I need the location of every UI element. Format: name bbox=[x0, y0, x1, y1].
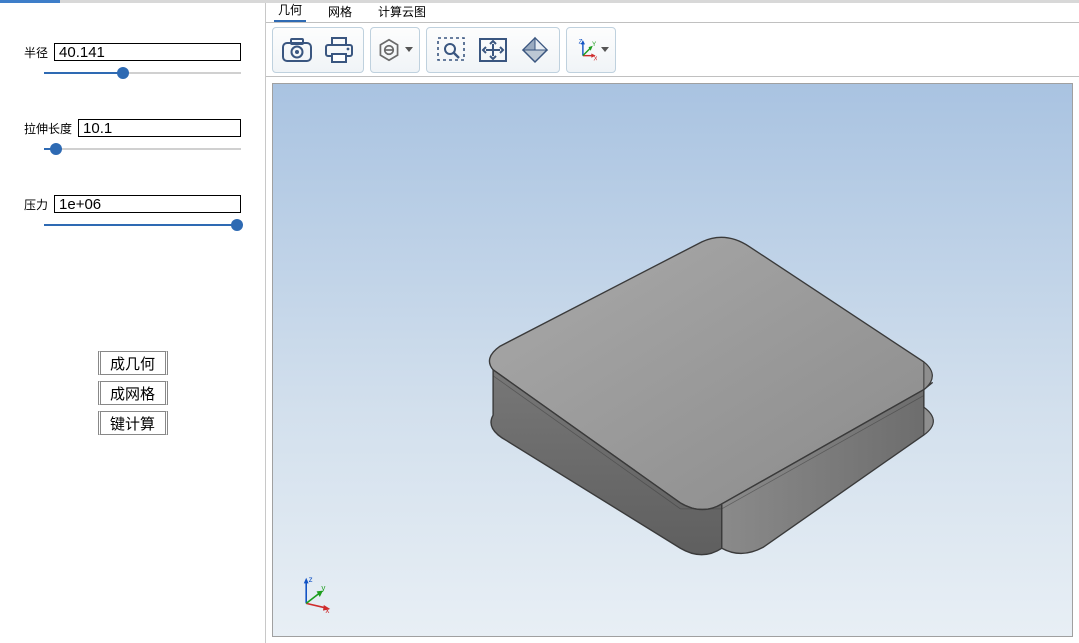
run-compute-button[interactable]: 键计算 bbox=[98, 411, 168, 435]
print-button[interactable] bbox=[321, 32, 357, 68]
dropdown-arrow-icon bbox=[405, 47, 413, 52]
svg-text:y: y bbox=[321, 584, 325, 593]
tab-cloud[interactable]: 计算云图 bbox=[374, 3, 430, 22]
sidebar: 半径 拉伸长度 压力 bbox=[0, 3, 266, 643]
diamond-view-button[interactable] bbox=[517, 32, 553, 68]
geometry-render bbox=[273, 84, 1072, 636]
pressure-slider[interactable] bbox=[44, 219, 241, 231]
radius-slider[interactable] bbox=[44, 67, 241, 79]
param-label-pressure: 压力 bbox=[24, 196, 48, 213]
param-pressure: 压力 bbox=[24, 195, 241, 231]
svg-text:x: x bbox=[325, 606, 329, 615]
param-label-radius: 半径 bbox=[24, 44, 48, 61]
fit-view-button[interactable] bbox=[475, 32, 511, 68]
dropdown-arrow-icon bbox=[601, 47, 609, 52]
param-radius: 半径 bbox=[24, 43, 241, 79]
camera-icon bbox=[282, 38, 312, 62]
toolbar: Z Y X bbox=[266, 23, 1079, 77]
axis-indicator-small: z y x bbox=[295, 568, 335, 618]
generate-geometry-button[interactable]: 成几何 bbox=[98, 351, 168, 375]
main: 几何 网格 计算云图 bbox=[266, 3, 1079, 643]
print-icon bbox=[324, 37, 354, 63]
svg-text:Y: Y bbox=[592, 40, 597, 47]
tabs: 几何 网格 计算云图 bbox=[266, 3, 1079, 23]
svg-text:Z: Z bbox=[579, 38, 583, 45]
button-group: 成几何 成网格 键计算 bbox=[24, 351, 241, 435]
param-extrude: 拉伸长度 bbox=[24, 119, 241, 155]
camera-button[interactable] bbox=[279, 32, 315, 68]
pressure-input[interactable] bbox=[54, 195, 241, 213]
axis-toolbar-icon: Z Y X bbox=[573, 34, 597, 66]
svg-text:X: X bbox=[593, 55, 597, 62]
zoom-select-icon bbox=[436, 36, 466, 64]
extrude-slider[interactable] bbox=[44, 143, 241, 155]
axis-dropdown-button[interactable]: Z Y X bbox=[573, 32, 609, 68]
diamond-icon bbox=[521, 36, 549, 64]
tab-geometry[interactable]: 几何 bbox=[274, 3, 306, 22]
tab-mesh[interactable]: 网格 bbox=[324, 3, 356, 22]
extrude-input[interactable] bbox=[78, 119, 241, 137]
svg-text:z: z bbox=[309, 575, 313, 584]
param-label-extrude: 拉伸长度 bbox=[24, 120, 72, 137]
shape-dropdown-button[interactable] bbox=[377, 32, 413, 68]
radius-input[interactable] bbox=[54, 43, 241, 61]
generate-mesh-button[interactable]: 成网格 bbox=[98, 381, 168, 405]
zoom-select-button[interactable] bbox=[433, 32, 469, 68]
hexagon-icon bbox=[377, 36, 401, 64]
3d-viewport[interactable]: z y x bbox=[272, 83, 1073, 637]
fit-icon bbox=[478, 37, 508, 63]
